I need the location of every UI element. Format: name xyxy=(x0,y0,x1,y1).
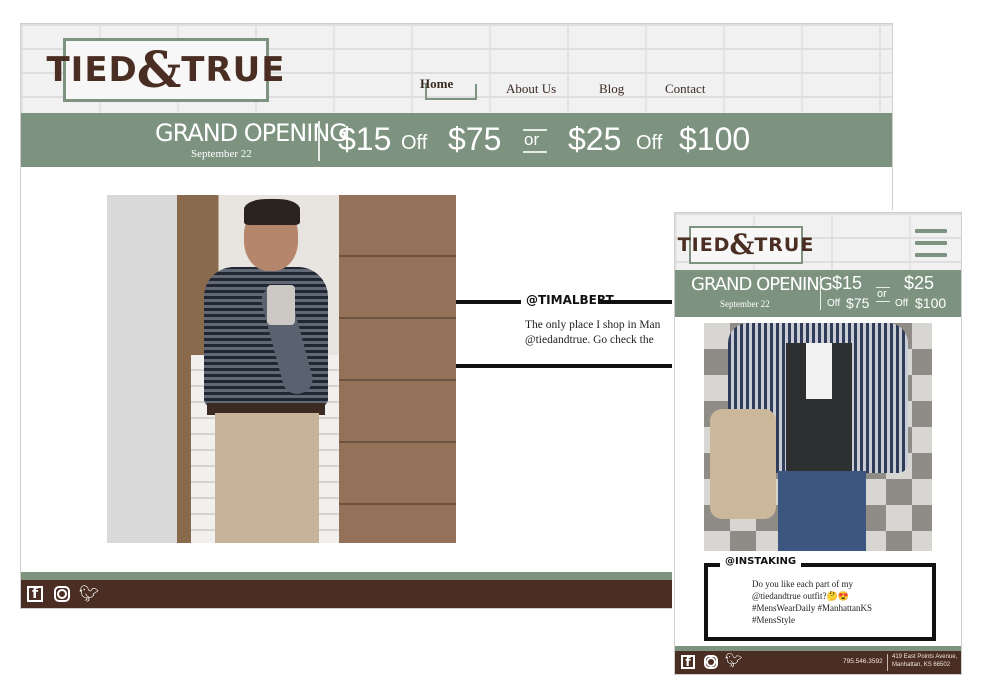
logo-ampersand: & xyxy=(136,41,183,99)
photo-phone xyxy=(267,285,295,325)
promo-offer1-off: Off xyxy=(827,298,841,309)
promo-offer2-amount: $25 xyxy=(904,273,935,293)
post-quote-line-2: @tiedandtrue. Go check the xyxy=(525,334,654,346)
hamburger-bar xyxy=(915,253,947,257)
desktop-header: TIED & TRUE Home About Us Blog Contact xyxy=(21,24,892,113)
photo-hair xyxy=(244,199,300,225)
hamburger-menu-icon[interactable] xyxy=(915,229,947,257)
desktop-promo-banner: GRAND OPENING September 22 $15 Off $75 o… xyxy=(21,113,892,167)
promo-offer1-amount: $15 xyxy=(832,273,863,293)
nav-blog[interactable]: Blog xyxy=(599,81,624,97)
nav-about-us[interactable]: About Us xyxy=(506,81,556,97)
photo-jeans xyxy=(778,471,866,551)
twitter-icon[interactable]: 🐦︎ xyxy=(725,653,743,669)
promo-offer1-min: $75 xyxy=(846,295,870,311)
post-handle[interactable]: @TIMALBERT xyxy=(526,293,614,307)
photo-pants xyxy=(215,413,319,543)
post-caption-line-2: @tiedandtrue outfit?🤔😍 xyxy=(752,591,849,601)
promo-offer2-off: Off xyxy=(636,132,663,154)
promo-date: September 22 xyxy=(720,299,770,309)
promo-offer2-amount: $25 xyxy=(568,121,622,157)
mobile-logo[interactable]: TIED & TRUE xyxy=(678,226,813,264)
promo-offer2-off: Off xyxy=(895,298,909,309)
post-caption-line-3: #MensWearDaily #ManhattanKS xyxy=(752,603,872,613)
promo-offer1-amount: $15 xyxy=(338,121,392,157)
logo-ampersand: & xyxy=(729,229,756,261)
mobile-mockup: TIED & TRUE GRAND OPENING September 22 $… xyxy=(674,212,962,675)
photo-trench-coat xyxy=(710,409,776,519)
mobile-promo-banner: GRAND OPENING September 22 $15 Off $75 o… xyxy=(675,270,961,317)
desktop-logo[interactable]: TIED & TRUE xyxy=(46,38,285,102)
promo-or-line-bottom xyxy=(876,301,890,302)
promo-or: or xyxy=(524,130,540,149)
post-caption-line-1: Do you like each part of my xyxy=(752,579,853,589)
logo-word-left: TIED xyxy=(46,50,138,90)
post-quote: The only place I shop in Man @tiedandtru… xyxy=(525,318,680,348)
hamburger-bar xyxy=(915,241,947,245)
promo-or-line-bottom xyxy=(523,151,547,153)
promo-offer2-min: $100 xyxy=(679,121,751,157)
nav-home[interactable]: Home xyxy=(420,76,453,92)
facebook-icon[interactable]: f xyxy=(27,586,43,602)
logo-word-left: TIED xyxy=(677,234,731,256)
promo-divider xyxy=(820,276,821,310)
card-border-bottom xyxy=(456,364,678,368)
promo-or: or xyxy=(877,288,887,300)
mobile-header: TIED & TRUE xyxy=(675,213,961,270)
promo-offer1-off: Off xyxy=(401,132,428,154)
photo-shirt xyxy=(806,343,832,399)
post-caption-line-4: #MensStyle xyxy=(752,615,796,625)
facebook-icon[interactable]: f xyxy=(681,655,695,669)
promo-title: GRAND OPENING xyxy=(691,274,833,295)
post-caption: Do you like each part of my @tiedandtrue… xyxy=(752,578,927,626)
photo-wall xyxy=(339,195,456,543)
twitter-icon[interactable]: 🐦︎ xyxy=(79,584,99,603)
promo-date: September 22 xyxy=(191,148,252,160)
footer-phone[interactable]: 795.546.3592 xyxy=(843,658,883,665)
post-handle[interactable]: @INSTAKING xyxy=(720,556,802,567)
promo-divider xyxy=(318,121,320,161)
promo-offer2-min: $100 xyxy=(915,295,947,311)
footer-address: 419 East Points Avenue, Manhattan, KS 66… xyxy=(892,654,957,669)
instagram-photo-timalbert[interactable] xyxy=(107,195,456,543)
nav-contact[interactable]: Contact xyxy=(665,81,705,97)
hamburger-bar xyxy=(915,229,947,233)
instagram-icon[interactable] xyxy=(54,586,70,602)
footer-divider xyxy=(887,654,888,671)
promo-offer1-min: $75 xyxy=(448,121,502,157)
post-quote-line-1: The only place I shop in Man xyxy=(525,319,661,331)
logo-word-right: TRUE xyxy=(181,50,286,90)
card-border-top-left xyxy=(456,300,521,304)
instagram-icon[interactable] xyxy=(704,655,718,669)
instagram-photo-instaking[interactable] xyxy=(704,323,932,551)
footer-address-line-2: Manhattan, KS 66502 xyxy=(892,661,951,668)
logo-word-right: TRUE xyxy=(754,234,815,256)
footer-address-line-1: 419 East Points Avenue, xyxy=(892,654,958,660)
